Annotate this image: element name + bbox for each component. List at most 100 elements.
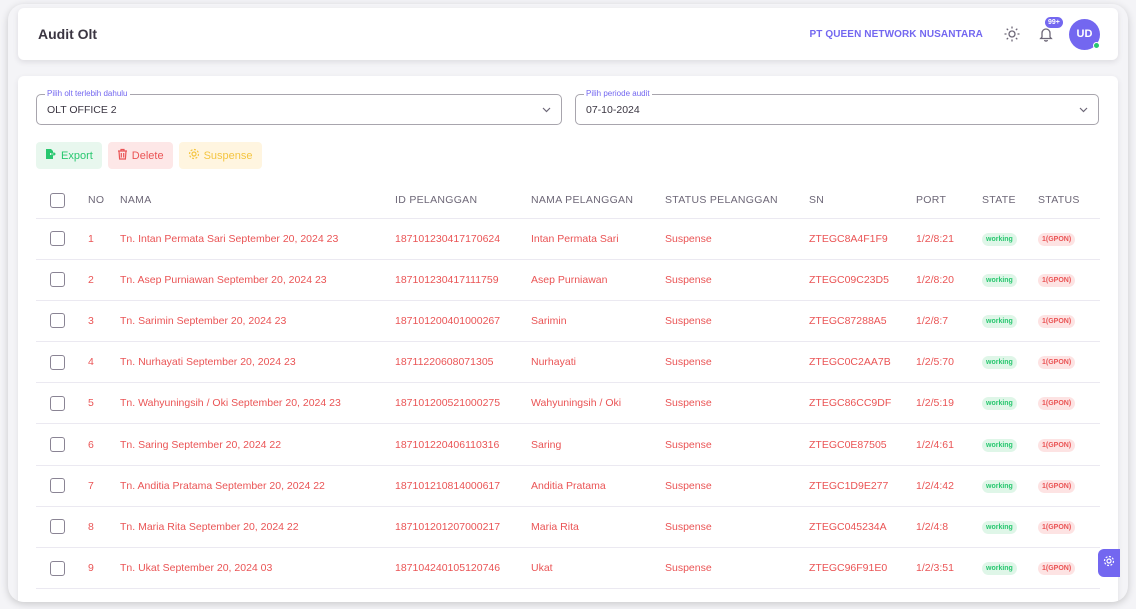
export-button-label: Export xyxy=(61,149,93,162)
table-row[interactable]: 9 Tn. Ukat September 20, 2024 03 187104240… xyxy=(36,547,1100,590)
row-checkbox[interactable] xyxy=(50,231,65,247)
cell-nama: Tn. Sarimin September 20, 2024 23 xyxy=(120,300,395,343)
header-status-pelanggan[interactable]: STATUS PELANGGAN xyxy=(665,183,809,219)
header-sn[interactable]: SN xyxy=(809,183,916,219)
cell-no: 8 xyxy=(88,506,120,549)
cell-nama-pelanggan: Wahyuningsih / Oki xyxy=(531,382,665,425)
notification-bell-icon[interactable]: 99+ xyxy=(1035,17,1063,45)
cell-state: working xyxy=(982,465,1038,507)
export-button[interactable]: Export xyxy=(36,142,102,169)
audit-card: Pilih olt terlebih dahulu OLT OFFICE 2 P… xyxy=(18,76,1118,602)
period-select[interactable]: Pilih periode audit 07-10-2024 xyxy=(575,89,1099,125)
user-avatar[interactable]: UD xyxy=(1069,18,1100,50)
cell-id-pelanggan: 187101210814000617 xyxy=(395,465,531,507)
cell-state: working xyxy=(982,218,1038,260)
table-header-row: NO NAMA ID PELANGGAN NAMA PELANGGAN STAT… xyxy=(36,183,1100,219)
table-row[interactable]: 3 Tn. Sarimin September 20, 2024 23 187101… xyxy=(36,300,1100,343)
olt-select[interactable]: Pilih olt terlebih dahulu OLT OFFICE 2 xyxy=(36,89,562,125)
cell-state: working xyxy=(982,547,1038,590)
theme-toggle-sun-icon[interactable] xyxy=(1001,23,1023,45)
status-badge: 1(GPON) xyxy=(1038,397,1076,411)
table-row[interactable]: 2 Tn. Asep Purniawan September 20, 2024 2… xyxy=(36,259,1100,301)
period-select-value: 07-10-2024 xyxy=(586,103,640,116)
cell-port: 1/2/4:61 xyxy=(916,423,982,466)
row-checkbox[interactable] xyxy=(50,560,65,576)
cell-status-pelanggan: Suspense xyxy=(665,259,809,301)
cell-no: 9 xyxy=(88,547,120,590)
row-checkbox[interactable] xyxy=(50,519,65,535)
cell-status-pelanggan: Suspense xyxy=(665,300,809,343)
cell-state: working xyxy=(982,341,1038,384)
row-checkbox[interactable] xyxy=(50,437,65,453)
company-name[interactable]: PT QUEEN NETWORK NUSANTARA xyxy=(809,29,983,40)
state-badge: working xyxy=(982,562,1017,576)
state-badge: working xyxy=(982,438,1017,452)
cell-status: 1(GPON) xyxy=(1038,465,1100,507)
delete-button[interactable]: Delete xyxy=(107,142,173,169)
cell-sn: ZTEGC1D9E277 xyxy=(809,465,916,507)
chevron-down-icon xyxy=(541,105,551,115)
action-buttons: Export Delete Suspense xyxy=(36,142,262,169)
cell-nama-pelanggan: Sarimin xyxy=(531,300,665,343)
cell-no: 6 xyxy=(88,423,120,466)
cell-status-pelanggan: Suspense xyxy=(665,218,809,260)
status-badge: 1(GPON) xyxy=(1038,356,1076,370)
select-all-cell xyxy=(36,183,88,219)
table-row[interactable]: 7 Tn. Anditia Pratama September 20, 2024 … xyxy=(36,465,1100,507)
cell-id-pelanggan: 187101201207000217 xyxy=(395,506,531,549)
row-select-cell xyxy=(36,423,88,466)
cell-nama-pelanggan: Saring xyxy=(531,423,665,466)
cell-status-pelanggan: Suspense xyxy=(665,382,809,425)
customizer-gear-button[interactable] xyxy=(1098,549,1120,577)
row-checkbox[interactable] xyxy=(50,395,65,411)
cell-nama: Tn. Maria Rita September 20, 2024 22 xyxy=(120,506,395,549)
cell-state: working xyxy=(982,259,1038,301)
cell-port: 1/2/5:70 xyxy=(916,341,982,384)
cell-state: working xyxy=(982,506,1038,549)
table-body: 1 Tn. Intan Permata Sari September 20, 20… xyxy=(36,218,1100,590)
cell-sn: ZTEGC96F91E0 xyxy=(809,547,916,590)
table-row[interactable]: 4 Tn. Nurhayati September 20, 2024 23 1871… xyxy=(36,341,1100,384)
row-select-cell xyxy=(36,506,88,549)
row-checkbox[interactable] xyxy=(50,272,65,288)
state-badge: working xyxy=(982,232,1017,246)
cell-nama: Tn. Intan Permata Sari September 20, 202… xyxy=(120,218,395,260)
cell-nama-pelanggan: Asep Purniawan xyxy=(531,259,665,301)
table-row[interactable]: 1 Tn. Intan Permata Sari September 20, 20… xyxy=(36,218,1100,260)
cell-nama: Tn. Wahyuningsih / Oki September 20, 202… xyxy=(120,382,395,425)
table-row[interactable]: 6 Tn. Saring September 20, 2024 22 1871012… xyxy=(36,423,1100,466)
cell-sn: ZTEGC87288A5 xyxy=(809,300,916,343)
export-file-icon xyxy=(45,148,57,163)
table-row[interactable]: 5 Tn. Wahyuningsih / Oki September 20, 20… xyxy=(36,382,1100,425)
cell-id-pelanggan: 187101200401000267 xyxy=(395,300,531,343)
cell-no: 7 xyxy=(88,465,120,507)
cell-status: 1(GPON) xyxy=(1038,341,1100,384)
status-badge: 1(GPON) xyxy=(1038,479,1076,493)
header-nama-pelanggan[interactable]: NAMA PELANGGAN xyxy=(531,183,665,219)
row-checkbox[interactable] xyxy=(50,354,65,370)
header-no[interactable]: NO xyxy=(88,183,120,219)
status-badge: 1(GPON) xyxy=(1038,314,1076,328)
cell-nama: Tn. Saring September 20, 2024 22 xyxy=(120,423,395,466)
header-nama[interactable]: NAMA xyxy=(120,183,395,219)
state-badge: working xyxy=(982,314,1017,328)
cell-status-pelanggan: Suspense xyxy=(665,506,809,549)
gear-icon xyxy=(188,148,200,163)
cell-no: 3 xyxy=(88,300,120,343)
cell-id-pelanggan: 187101220406110316 xyxy=(395,423,531,466)
table-row[interactable]: 8 Tn. Maria Rita September 20, 2024 22 187… xyxy=(36,506,1100,549)
header-state[interactable]: STATE xyxy=(982,183,1038,219)
header-port[interactable]: PORT xyxy=(916,183,982,219)
select-all-checkbox[interactable] xyxy=(50,192,65,208)
header-status[interactable]: STATUS xyxy=(1038,183,1100,219)
suspense-button-label: Suspense xyxy=(203,149,253,162)
cell-status-pelanggan: Suspense xyxy=(665,465,809,507)
suspense-button[interactable]: Suspense xyxy=(178,142,262,169)
cell-nama-pelanggan: Maria Rita xyxy=(531,506,665,549)
header-id-pelanggan[interactable]: ID PELANGGAN xyxy=(395,183,531,219)
cell-sn: ZTEGC09C23D5 xyxy=(809,259,916,301)
row-checkbox[interactable] xyxy=(50,478,65,494)
cell-status: 1(GPON) xyxy=(1038,259,1100,301)
row-select-cell xyxy=(36,218,88,260)
row-checkbox[interactable] xyxy=(50,313,65,329)
